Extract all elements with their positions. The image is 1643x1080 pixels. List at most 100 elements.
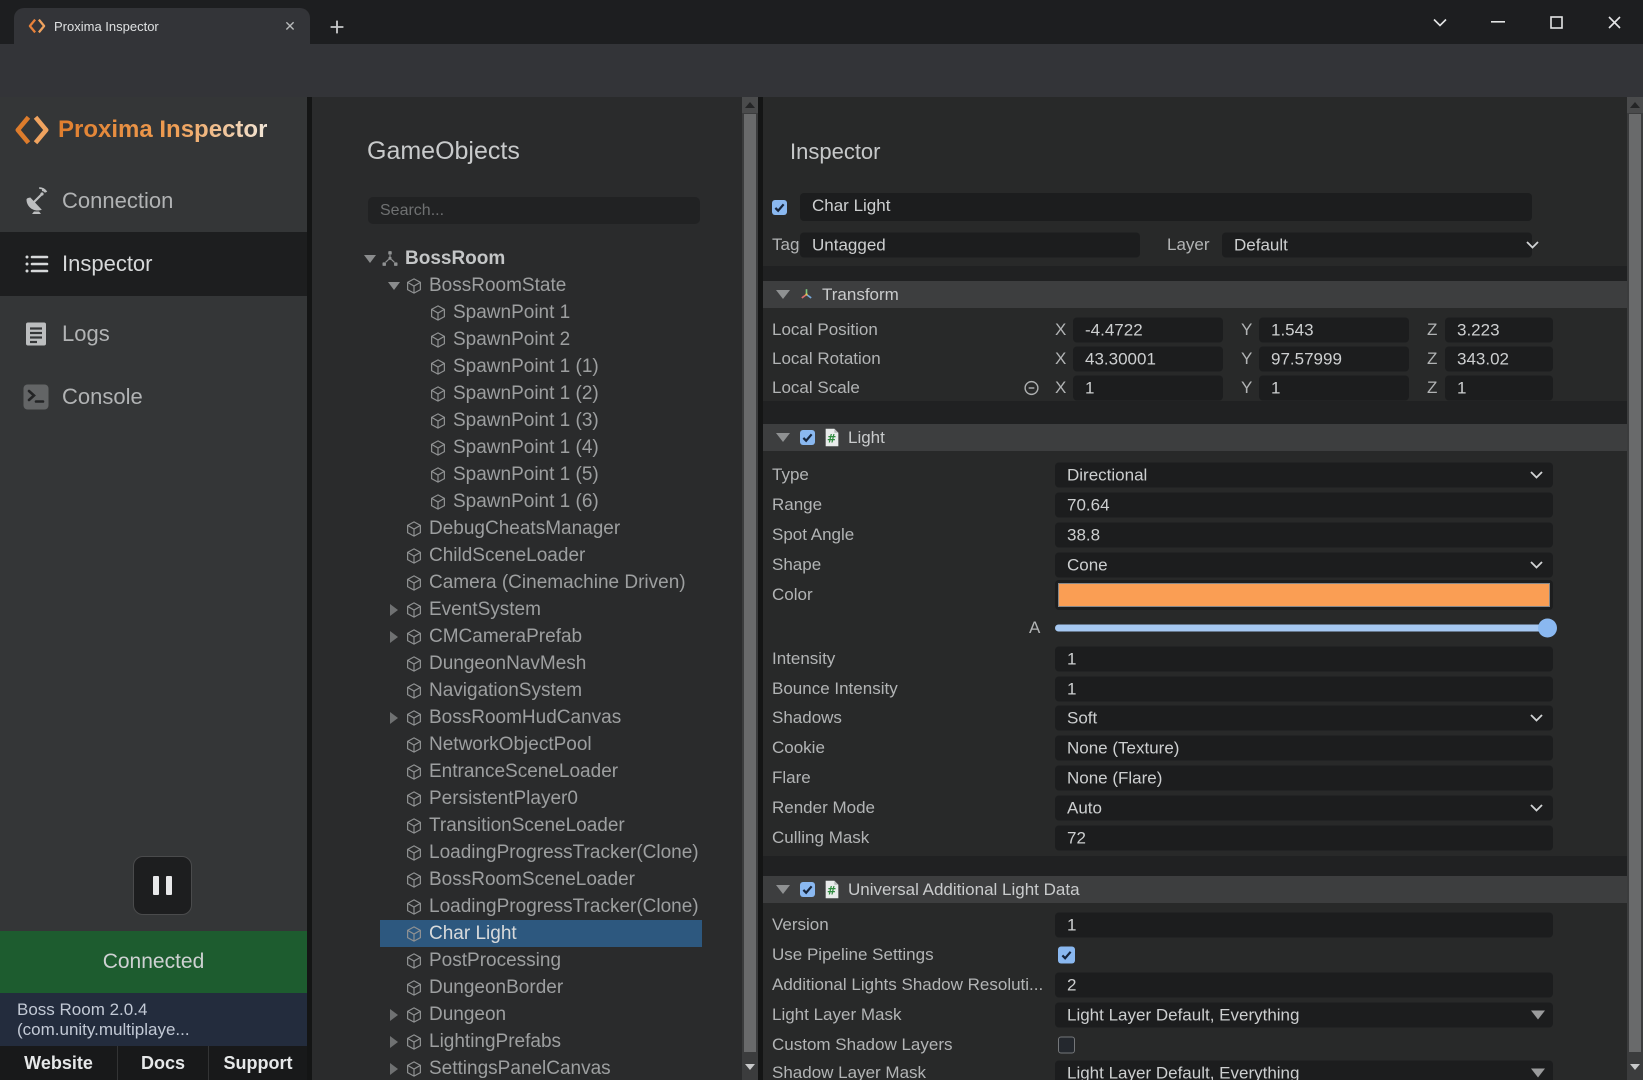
chevron-right-icon[interactable] [390,1009,398,1021]
tree-item[interactable]: SpawnPoint 1 (6) [404,488,702,515]
uald-enabled-checkbox[interactable] [800,882,815,897]
footer-link-support[interactable]: Support [208,1046,307,1080]
position-y-field[interactable]: 1.543 [1259,318,1409,343]
tree-item[interactable]: SpawnPoint 1 (4) [404,434,702,461]
chevron-right-icon[interactable] [390,604,398,616]
tree-item[interactable]: Char Light [380,920,702,947]
window-close-button[interactable] [1585,0,1643,44]
sidebar-item-inspector[interactable]: Inspector [0,232,307,296]
tree-item[interactable]: NavigationSystem [380,677,702,704]
chevron-right-icon[interactable] [390,631,398,643]
tree-item[interactable]: BossRoomSceneLoader [380,866,702,893]
chevron-down-icon[interactable] [776,885,790,894]
layer-dropdown[interactable]: Default [1222,233,1532,258]
link-icon[interactable] [1023,380,1040,397]
tree-item[interactable]: LoadingProgressTracker(Clone) [380,893,702,920]
tree-item[interactable]: BossRoom [356,245,702,272]
tree-item[interactable]: TransitionSceneLoader [380,812,702,839]
tree-item[interactable]: NetworkObjectPool [380,731,702,758]
search-input[interactable] [368,197,700,224]
browser-tab[interactable]: Proxima Inspector ✕ [14,8,310,44]
alpha-slider-thumb[interactable] [1538,619,1557,638]
bounce-intensity-field[interactable]: 1 [1055,677,1553,702]
intensity-field[interactable]: 1 [1055,647,1553,672]
position-z-field[interactable]: 3.223 [1445,318,1553,343]
scrollbar-thumb[interactable] [744,114,756,1052]
chevron-down-icon[interactable] [776,433,790,442]
flare-field[interactable]: None (Flare) [1055,766,1553,791]
rotation-z-field[interactable]: 343.02 [1445,347,1553,372]
light-enabled-checkbox[interactable] [800,430,815,445]
gameobject-name-field[interactable]: Char Light [800,193,1532,221]
tree-item[interactable]: SpawnPoint 1 (2) [404,380,702,407]
chevron-down-icon[interactable] [776,290,790,299]
light-layer-mask-dropdown[interactable]: Light Layer Default, Everything [1055,1003,1553,1028]
transform-section-header[interactable]: Transform [763,281,1627,308]
scale-x-field[interactable]: 1 [1073,376,1223,401]
tree-item[interactable]: Dungeon [380,1001,702,1028]
shadow-resolution-field[interactable]: 2 [1055,973,1553,998]
uald-section-header[interactable]: # Universal Additional Light Data [763,876,1627,903]
light-section-header[interactable]: # Light [763,424,1627,451]
tree-item[interactable]: SpawnPoint 2 [404,326,702,353]
shadow-layer-mask-dropdown[interactable]: Light Layer Default, Everything [1055,1061,1553,1080]
pause-button[interactable] [133,856,192,915]
scroll-down-button[interactable] [1627,1059,1643,1075]
tree-item[interactable]: BossRoomState [380,272,702,299]
tab-close-icon[interactable]: ✕ [282,18,298,34]
custom-shadow-layers-checkbox[interactable] [1058,1037,1075,1054]
scroll-up-button[interactable] [742,97,758,113]
tree-item[interactable]: SettingsPanelCanvas [380,1055,702,1080]
footer-link-docs[interactable]: Docs [117,1046,208,1080]
gameobjects-scrollbar[interactable] [742,97,758,1080]
alpha-slider[interactable] [1055,625,1553,632]
scale-y-field[interactable]: 1 [1259,376,1409,401]
gameobject-enabled-checkbox[interactable] [772,200,787,215]
sidebar-item-console[interactable]: Console [0,368,307,426]
scale-z-field[interactable]: 1 [1445,376,1553,401]
scrollbar-thumb[interactable] [1629,114,1641,1052]
tab-search-chevron-icon[interactable] [1411,0,1469,44]
shadows-dropdown[interactable]: Soft [1055,706,1553,731]
tree-item[interactable]: LoadingProgressTracker(Clone) [380,839,702,866]
sidebar-item-logs[interactable]: Logs [0,305,307,363]
color-field[interactable] [1055,580,1553,610]
inspector-scrollbar[interactable] [1627,97,1643,1080]
light-type-dropdown[interactable]: Directional [1055,463,1553,488]
color-swatch[interactable] [1058,583,1550,607]
footer-link-website[interactable]: Website [0,1046,117,1080]
tree-item[interactable]: SpawnPoint 1 (3) [404,407,702,434]
cookie-field[interactable]: None (Texture) [1055,736,1553,761]
tree-item[interactable]: SpawnPoint 1 (5) [404,461,702,488]
tree-item[interactable]: EventSystem [380,596,702,623]
use-pipeline-settings-checkbox[interactable] [1058,947,1075,964]
tree-item[interactable]: EntranceSceneLoader [380,758,702,785]
chevron-down-icon[interactable] [364,255,376,263]
render-mode-dropdown[interactable]: Auto [1055,796,1553,821]
tree-item[interactable]: SpawnPoint 1 [404,299,702,326]
sidebar-item-connection[interactable]: Connection [0,172,307,230]
chevron-right-icon[interactable] [390,1036,398,1048]
window-minimize-button[interactable] [1469,0,1527,44]
scroll-up-button[interactable] [1627,97,1643,113]
tree-item[interactable]: DebugCheatsManager [380,515,702,542]
tree-item[interactable]: BossRoomHudCanvas [380,704,702,731]
tree-item[interactable]: PersistentPlayer0 [380,785,702,812]
rotation-y-field[interactable]: 97.57999 [1259,347,1409,372]
tree-item[interactable]: Camera (Cinemachine Driven) [380,569,702,596]
position-x-field[interactable]: -4.4722 [1073,318,1223,343]
tree-item[interactable]: CMCameraPrefab [380,623,702,650]
shape-dropdown[interactable]: Cone [1055,553,1553,578]
scroll-down-button[interactable] [742,1059,758,1075]
chevron-right-icon[interactable] [390,712,398,724]
window-maximize-button[interactable] [1527,0,1585,44]
tree-item[interactable]: LightingPrefabs [380,1028,702,1055]
chevron-down-icon[interactable] [388,282,400,290]
tree-item[interactable]: DungeonNavMesh [380,650,702,677]
tree-item[interactable]: PostProcessing [380,947,702,974]
tag-field[interactable]: Untagged [800,233,1140,258]
spot-angle-field[interactable]: 38.8 [1055,523,1553,548]
chevron-right-icon[interactable] [390,1063,398,1075]
tree-item[interactable]: DungeonBorder [380,974,702,1001]
rotation-x-field[interactable]: 43.30001 [1073,347,1223,372]
